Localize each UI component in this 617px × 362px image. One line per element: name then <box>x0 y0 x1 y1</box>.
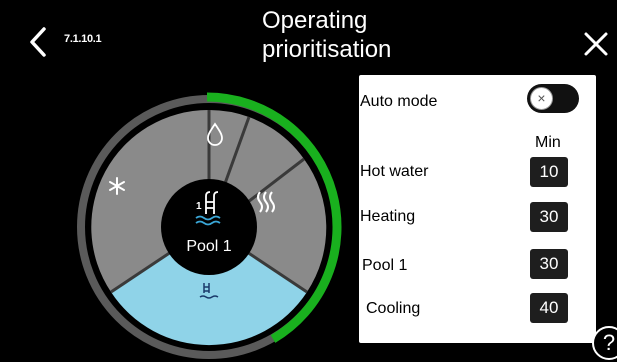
auto-mode-toggle[interactable]: × <box>527 84 579 113</box>
heating-value[interactable]: 30 <box>530 202 568 232</box>
priority-dial: 1 Pool 1 <box>77 92 342 359</box>
back-chevron-icon[interactable] <box>24 24 54 60</box>
help-icon[interactable]: ? <box>592 326 617 360</box>
dial-center <box>161 179 257 275</box>
settings-panel: Auto mode × Min Hot water 10 Heating 30 … <box>359 75 596 343</box>
unit-header: Min <box>535 134 561 151</box>
row-label-hot-water: Hot water <box>360 163 429 180</box>
page-title-line-2: prioritisation <box>262 36 392 63</box>
row-label-pool: Pool 1 <box>362 257 408 274</box>
pool-number: 1 <box>196 201 202 212</box>
row-label-cooling: Cooling <box>366 300 421 317</box>
cooling-value[interactable]: 40 <box>530 293 568 323</box>
page-title: Operating prioritisation <box>262 6 391 64</box>
pool-value[interactable]: 30 <box>530 249 568 279</box>
hot-water-value[interactable]: 10 <box>530 157 568 187</box>
dial-center-label: Pool 1 <box>186 238 231 255</box>
auto-mode-label: Auto mode <box>360 93 438 110</box>
toggle-off-icon: × <box>530 87 553 110</box>
row-label-heating: Heating <box>360 208 416 225</box>
page-title-line-1: Operating <box>262 7 368 34</box>
menu-code: 7.1.10.1 <box>64 33 102 45</box>
close-icon[interactable] <box>581 29 611 59</box>
